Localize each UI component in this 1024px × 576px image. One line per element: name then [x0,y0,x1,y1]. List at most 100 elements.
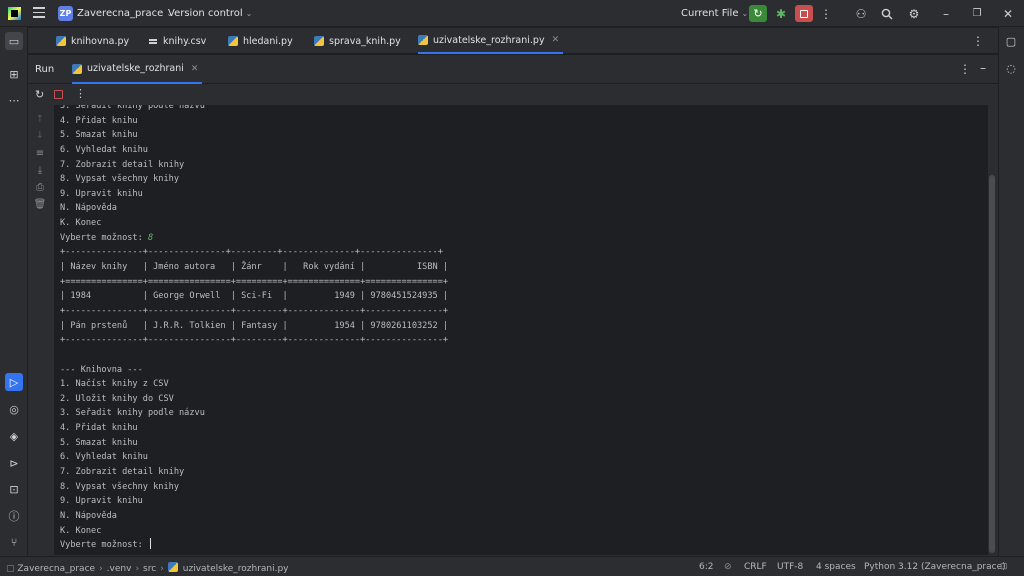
terminal-button[interactable]: ⊡ [5,480,23,498]
python-file-icon [167,562,178,572]
more-horizontal-icon: ⋯ [8,93,20,107]
run-config-label: Current File [681,8,739,19]
run-tab[interactable]: uzivatelske_rozhrani ✕ [72,55,203,84]
clear-console-button[interactable]: 🗑 [34,198,47,210]
minimize-button[interactable]: – [937,5,955,22]
console-line: 3. Seřadit knihy podle názvu [60,105,205,111]
lock-icon[interactable]: ⊡ [1000,562,1008,572]
console-line: Vyberte možnost: 8 [60,232,154,243]
project-icon: ▢ [6,564,15,574]
folder-icon: ▭ [8,34,20,48]
more-vertical-icon: ⋮ [959,62,971,76]
notifications-button[interactable]: ▢ [1002,32,1020,50]
console-side-tools: ↑ ↓ ≡ ⤓ ⎙ 🗑 [28,105,53,556]
python-interpreter[interactable]: Python 3.12 (Zaverecna_prace) [864,562,1006,572]
run-tool-button[interactable]: ▷ [5,373,23,391]
tab-knihy-csv[interactable]: knihy.csv [148,28,206,54]
project-name: Zaverecna_prace [77,8,164,19]
no-lock-icon[interactable]: ⊘ [724,562,732,572]
run-config-selector[interactable]: Current File ⌄ [681,8,748,19]
run-tab-label: uzivatelske_rozhrani [87,63,184,74]
restore-button[interactable]: ❐ [968,5,986,22]
console-line: | 1984 | George Orwell | Sci-Fi | 1949 |… [60,291,449,302]
ai-assistant-button[interactable]: ◌ [1002,59,1020,77]
console-lines: 3. Seřadit knihy podle názvu 4. Přidat kn… [60,105,448,553]
scroll-up-button[interactable]: ↑ [34,113,46,125]
console-line: K. Konec [60,525,102,536]
code-with-me-button[interactable]: ⚇ [852,5,870,22]
scroll-to-end-icon: ⤓ [37,164,43,176]
bug-icon: ✱ [775,6,787,21]
main-menu-icon[interactable] [33,7,45,19]
tab-uzivatelske-rozhrani-py[interactable]: uzivatelske_rozhrani.py ✕ [418,28,564,54]
terminal-icon: ⊡ [9,482,19,496]
problems-button[interactable]: ⓘ [5,507,23,525]
layers-button[interactable]: ◈ [5,427,23,445]
project-tool-button[interactable]: ▭ [5,32,23,50]
line-ending[interactable]: CRLF [744,562,767,572]
tab-knihovna-py[interactable]: knihovna.py [56,28,129,54]
python-packages-icon: ◎ [9,402,19,416]
search-button[interactable] [878,5,896,22]
breadcrumb-src[interactable]: src [143,564,156,574]
search-icon [881,8,893,19]
run-more-button[interactable]: ⋮ [75,87,86,100]
project-selector[interactable]: Zaverecna_prace ⌄ [77,8,173,19]
python-file-icon [56,36,66,46]
tabs-more-button[interactable]: ⋮ [972,28,984,54]
console-line: +---------------+----------------+------… [60,305,449,316]
rerun-button[interactable]: ↻ [749,5,767,22]
breadcrumb-project[interactable]: Zaverecna_prace [17,564,95,574]
python-file-icon [418,35,428,45]
tab-sprava-knih-py[interactable]: sprava_knih.py [314,28,401,54]
console-line: K. Konec [60,218,102,229]
arrow-up-icon: ↑ [35,113,45,125]
input-caret[interactable] [149,538,151,550]
hide-panel-button[interactable]: – [980,61,986,75]
close-button[interactable]: ✕ [999,5,1017,22]
close-run-tab-icon[interactable]: ✕ [191,64,199,74]
restore-icon: ❐ [972,7,982,19]
python-file-icon [228,36,238,46]
print-button[interactable]: ⎙ [34,181,46,193]
console-line: 4. Přidat knihu [60,423,138,434]
stop-run-button[interactable] [54,90,63,99]
spiral-icon: ◌ [1006,61,1016,75]
file-encoding[interactable]: UTF-8 [777,562,803,572]
rerun-button[interactable]: ↻ [35,88,44,101]
version-control-menu[interactable]: Version control ⌄ [168,8,252,19]
project-badge[interactable]: ZP [58,6,73,21]
services-icon: ⊳ [9,456,19,470]
console-line: | Název knihy | Jméno autora | Žánr | Ro… [60,262,449,273]
console-line: 7. Zobrazit detail knihy [60,467,185,478]
arrow-down-icon: ↓ [35,129,45,141]
tab-hledani-py[interactable]: hledani.py [228,28,293,54]
more-tools-button[interactable]: ⋯ [5,91,23,109]
console-line: 6. Vyhledat knihu [60,452,148,463]
app-logo-icon[interactable] [8,7,21,20]
run-options-button[interactable]: ⋮ [959,62,971,76]
console-output[interactable]: 3. Seřadit knihy podle názvu 4. Přidat kn… [54,105,988,555]
console-line: N. Nápověda [60,510,117,521]
more-actions-button[interactable]: ⋮ [817,5,835,22]
git-button[interactable]: ⑂ [5,533,23,551]
indent-setting[interactable]: 4 spaces [816,562,856,572]
wrap-icon: ≡ [35,147,45,159]
git-icon: ⑂ [10,535,18,549]
scroll-down-button[interactable]: ↓ [34,129,46,141]
stop-button[interactable] [795,5,813,22]
caret-position[interactable]: 6:2 [699,562,713,572]
settings-button[interactable]: ⚙ [905,5,923,22]
soft-wrap-button[interactable]: ≡ [34,147,46,159]
services-button[interactable]: ⊳ [5,454,23,472]
structure-tool-button[interactable]: ⊞ [5,65,23,83]
python-packages-button[interactable]: ◎ [5,400,23,418]
console-scrollbar[interactable] [989,175,995,553]
debug-button[interactable]: ✱ [772,5,790,22]
breadcrumb-venv[interactable]: .venv [107,564,132,574]
chevron-down-icon: ⌄ [245,9,253,18]
layers-icon: ◈ [9,429,19,443]
scroll-to-end-button[interactable]: ⤓ [34,164,46,176]
close-tab-icon[interactable]: ✕ [552,35,560,45]
breadcrumb-file[interactable]: uzivatelske_rozhrani.py [183,564,289,574]
